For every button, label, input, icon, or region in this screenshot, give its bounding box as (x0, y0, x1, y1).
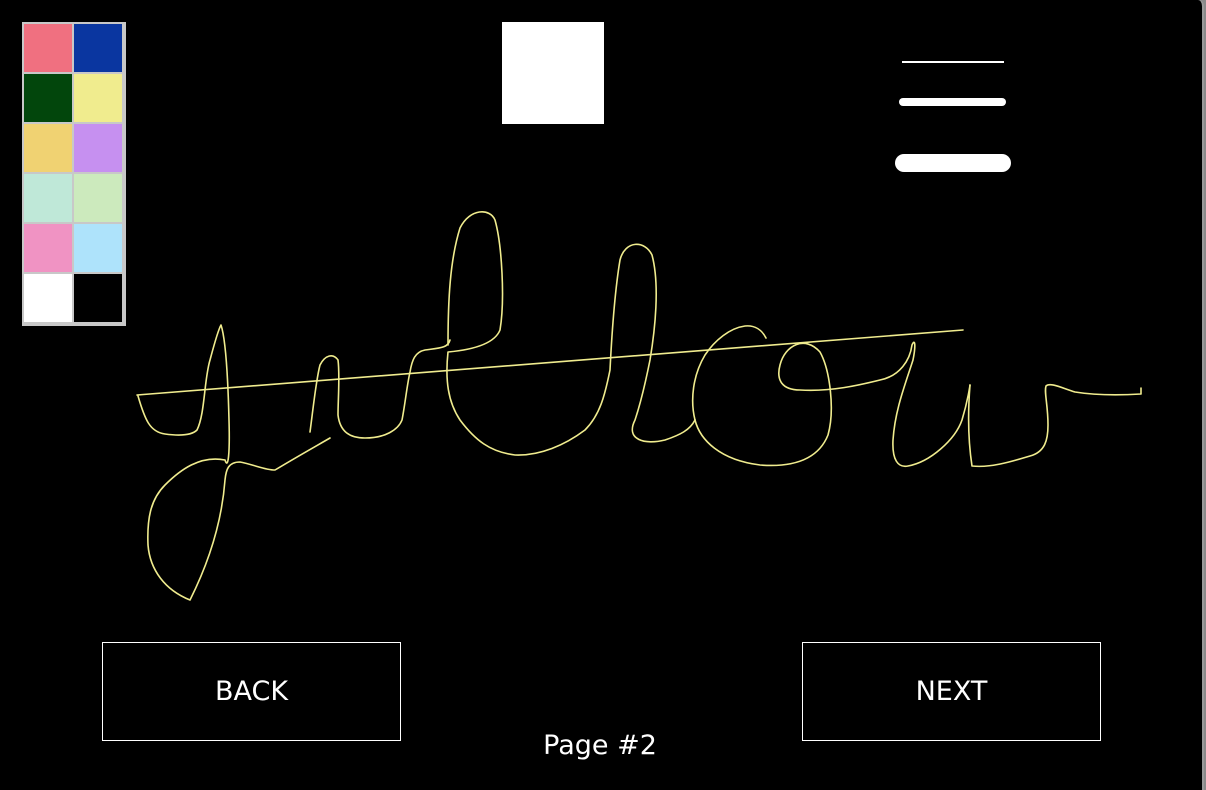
next-button[interactable]: NEXT (802, 642, 1101, 741)
color-swatch[interactable] (23, 73, 73, 123)
handwriting-stroke (137, 324, 331, 601)
color-swatch[interactable] (23, 223, 73, 273)
medium-brush-option[interactable] (899, 98, 1006, 106)
handwriting-stroke (446, 211, 696, 456)
back-button-label: BACK (214, 676, 289, 707)
handwriting-stroke (694, 341, 971, 468)
current-color-preview[interactable] (502, 22, 604, 124)
next-button-label: NEXT (915, 676, 988, 707)
color-swatch[interactable] (23, 273, 73, 323)
color-swatch[interactable] (73, 23, 123, 73)
drawing-window: BACK NEXT Page #2 (0, 0, 1204, 790)
color-swatch[interactable] (23, 123, 73, 173)
handwriting-stroke (691, 325, 767, 421)
color-swatch[interactable] (73, 123, 123, 173)
color-swatch[interactable] (73, 223, 123, 273)
thin-brush-option[interactable] (902, 61, 1004, 63)
color-swatch[interactable] (73, 273, 123, 323)
thick-brush-option[interactable] (895, 154, 1011, 172)
handwriting-stroke (309, 339, 451, 439)
color-swatch[interactable] (73, 173, 123, 223)
handwriting-stroke (967, 383, 1142, 468)
page-number-label: Page #2 (543, 730, 657, 761)
color-swatch[interactable] (73, 73, 123, 123)
strike-line-stroke (136, 329, 964, 396)
back-button[interactable]: BACK (102, 642, 401, 741)
color-palette (22, 22, 126, 326)
color-swatch[interactable] (23, 173, 73, 223)
color-swatch[interactable] (23, 23, 73, 73)
